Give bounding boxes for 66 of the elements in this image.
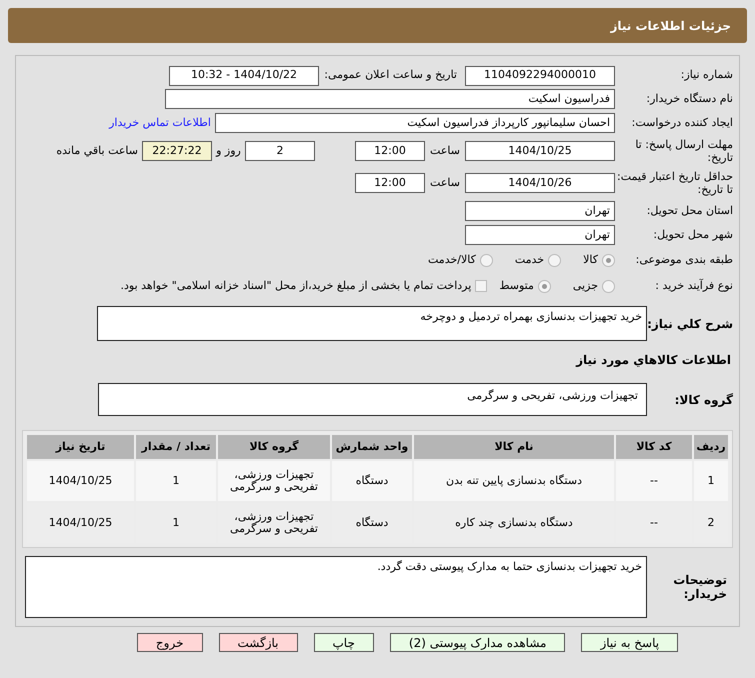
text-field[interactable]: 1404/10/22 - 10:32 [169, 66, 319, 86]
field-label: گروه کالا: [674, 392, 733, 408]
goods-group-textarea[interactable]: تجهیزات ورزشی، تفریحی و سرگرمی [98, 383, 647, 416]
radio-button[interactable] [548, 254, 562, 266]
text-field[interactable]: 1404/10/26 [465, 173, 615, 193]
radio-button[interactable] [538, 280, 551, 292]
action-button[interactable]: خروج [136, 633, 202, 652]
notes-textarea[interactable]: خرید تجهیزات بدنسازی حتما به مدارک پیوستی دقت گردد. [25, 556, 647, 618]
field-label: طبقه بندی موضوعی: [637, 252, 733, 268]
action-button[interactable]: مشاهده مدارک پیوستی (2) [390, 633, 566, 652]
text-field[interactable]: 2 [245, 141, 315, 161]
field-label: ایجاد کننده درخواست: [630, 114, 733, 131]
radio-label: کالا/خدمت [428, 252, 476, 268]
text-field[interactable]: 12:00 [355, 141, 425, 161]
text-field[interactable]: 1104092294000010 [465, 66, 615, 86]
radio-label: کالا [583, 252, 598, 268]
text-field[interactable]: احسان سلیمانپور کارپرداز فدراسیون اسکیت [215, 113, 615, 133]
column-header: گروه کالا [218, 435, 330, 459]
table-cell: دستگاه [332, 461, 412, 501]
table-cell: 1 [136, 461, 216, 501]
text-field[interactable]: 1404/10/25 [465, 141, 615, 161]
action-button[interactable]: پاسخ به نیاز [581, 633, 678, 652]
radio-label: خدمت [514, 252, 544, 268]
action-button[interactable]: چاپ [314, 633, 374, 652]
column-header: تاریخ نیاز [27, 435, 134, 459]
table-cell: -- [616, 461, 692, 501]
field-label: مهلت ارسال پاسخ: تا تاریخ: [634, 138, 733, 164]
field-label: نام دستگاه خریدار: [645, 90, 733, 107]
radio-label: جزیی [572, 278, 598, 294]
column-header: کد کالا [616, 435, 692, 459]
text-field[interactable]: 12:00 [355, 173, 425, 193]
section-heading: اطلاعات کالاهاي مورد نیاز [574, 352, 731, 369]
field-label: استان محل تحویل: [646, 202, 733, 219]
field-label: نوع فرآیند خرید : [654, 278, 733, 294]
description-textarea[interactable]: خرید تجهیزات بدنسازی بهمراه تردمیل و دوچرخه [97, 306, 647, 341]
field-label: شهر محل تحویل: [652, 226, 733, 243]
header-bar: جزئیات اطلاعات نیاز [8, 8, 747, 43]
table-cell: دستگاه بدنسازی پایین تنه بدن [414, 461, 614, 501]
countdown-field[interactable]: 22:27:22 [142, 141, 212, 161]
table-cell: 1404/10/25 [27, 461, 134, 501]
column-header: نام کالا [414, 435, 614, 459]
column-header: واحد شمارش [332, 435, 412, 459]
field-label: روز و [214, 142, 242, 159]
column-header: تعداد / مقدار [136, 435, 216, 459]
radio-label: متوسط [499, 278, 534, 294]
field-label: توضیحات خریدار: [672, 573, 728, 601]
field-label: ساعت باقي مانده [55, 142, 139, 159]
radio-button[interactable] [480, 254, 493, 266]
table-cell: تجهیزات ورزشی، تفریحی و سرگرمی [218, 461, 330, 501]
field-label: ساعت [429, 174, 461, 191]
table-cell: 1 [694, 461, 728, 501]
field-label: شرح کلي نیاز: [647, 316, 733, 332]
radio-button[interactable] [602, 254, 615, 266]
checkbox[interactable] [475, 280, 488, 292]
buyer-contact-link[interactable]: اطلاعات تماس خریدار [109, 114, 211, 132]
field-label: تاریخ و ساعت اعلان عمومی: [323, 67, 458, 84]
text-field[interactable]: تهران [465, 201, 615, 221]
field-label: شماره نیاز: [680, 67, 733, 84]
action-button[interactable]: بازگشت [218, 633, 298, 652]
field-label: ساعت [429, 142, 461, 159]
field-label: حداقل تاریخ اعتبار قیمت: تا تاریخ: [616, 170, 733, 196]
text-field[interactable]: تهران [465, 225, 615, 245]
text-field[interactable]: فدراسیون اسکیت [165, 89, 615, 109]
radio-button[interactable] [602, 280, 615, 292]
column-header: ردیف [694, 435, 728, 459]
payment-note: پرداخت تمام یا بخشی از مبلغ خرید،از محل "اسناد خزانه اسلامی" خواهد بود. [120, 278, 472, 294]
